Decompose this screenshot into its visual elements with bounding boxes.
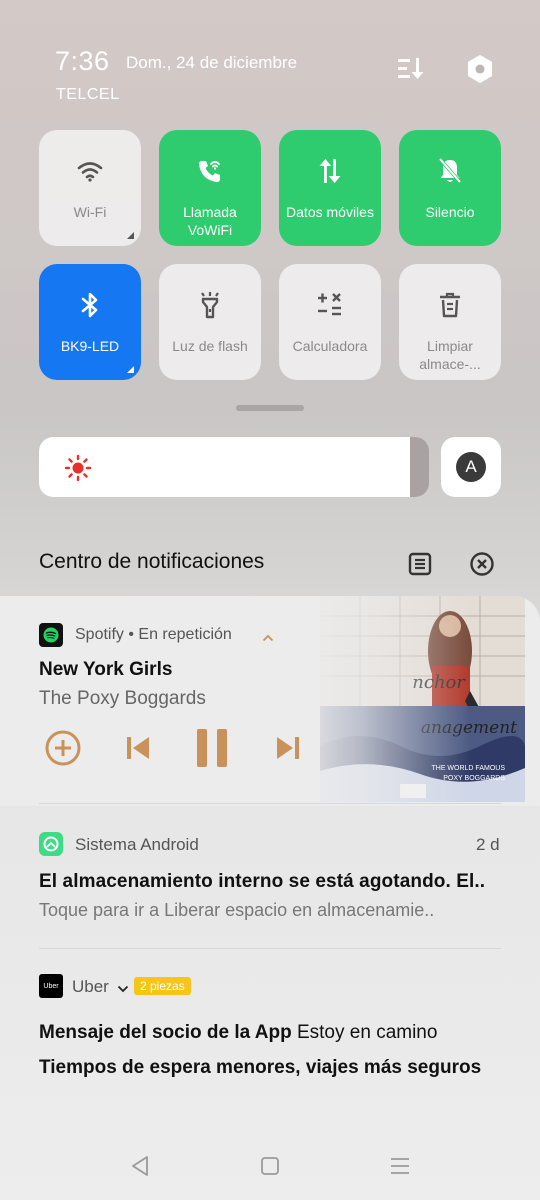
recents-icon[interactable] [388,1154,412,1178]
notification-center-title: Centro de notificaciones [39,550,265,573]
android-notification-time: 2 d [476,835,500,854]
edit-list-icon[interactable] [396,56,426,82]
date-label[interactable]: Dom., 24 de diciembre [126,53,297,73]
trash-icon [435,290,465,320]
tile-label: BK9-LED [60,338,120,354]
android-notification-title[interactable]: El almacenamiento interno se está agotan… [39,871,485,893]
android-system-icon [39,832,63,856]
bluetooth-icon [75,290,105,320]
uber-message: Estoy en camino [291,1022,438,1043]
tile-calculator[interactable]: Calculadora [279,264,381,380]
wifi-call-icon [195,156,225,186]
previous-icon[interactable] [124,728,152,768]
brightness-fill [39,437,410,497]
add-icon[interactable] [43,728,83,768]
uber-notification-line1[interactable]: Mensaje del socio de la App Estoy en cam… [39,1022,437,1044]
calculator-icon [315,290,345,320]
drag-handle[interactable] [236,405,304,411]
tile-label: Datos móviles [286,204,374,220]
pause-icon[interactable] [194,728,230,768]
tile-label: Wi-Fi [73,204,107,220]
spotify-app-label: Spotify • En repetición [75,626,232,643]
tile-clean-storage[interactable]: Limpiar almace-... [399,264,501,380]
notification-divider [39,948,501,949]
tile-vowifi[interactable]: Llamada VoWiFi [159,130,261,246]
clear-all-icon[interactable] [468,550,496,578]
uber-app-label: Uber [72,977,109,996]
next-icon[interactable] [274,728,302,768]
tile-label: Calculadora [292,338,368,354]
uber-icon: Uber [39,974,63,998]
auto-brightness-icon: A [456,452,486,482]
song-artist: The Poxy Boggards [39,688,206,709]
tile-bluetooth[interactable]: BK9-LED [39,264,141,380]
expand-corner-icon [127,366,134,373]
tile-label: Llamada VoWiFi [183,204,237,238]
manage-notifications-icon[interactable] [406,550,434,578]
uber-notification-line2[interactable]: Tiempos de espera menores, viajes más se… [39,1057,481,1079]
brightness-slider[interactable] [39,437,429,497]
tile-mobile-data[interactable]: Datos móviles [279,130,381,246]
art-fade [290,596,470,802]
android-notification-text[interactable]: Toque para ir a Liberar espacio en almac… [39,900,434,921]
flashlight-icon [195,290,225,320]
settings-icon[interactable] [465,54,495,84]
tile-label: Limpiar almace-... [419,338,481,372]
tile-flashlight[interactable]: Luz de flash [159,264,261,380]
uber-sender: Mensaje del socio de la App [39,1022,292,1043]
home-icon[interactable] [258,1154,282,1178]
tile-wifi[interactable]: Wi-Fi [39,130,141,246]
tile-label: Luz de flash [172,338,248,354]
wifi-icon [75,156,105,186]
bell-off-icon [435,156,465,186]
back-icon[interactable] [128,1154,152,1178]
expand-corner-icon [127,232,134,239]
header-divider [39,589,509,592]
song-title: New York Girls [39,659,173,680]
spotify-icon [39,623,63,647]
brightness-sun-icon [64,454,92,482]
tile-label: Silencio [425,204,475,220]
chevron-down-icon[interactable] [117,981,129,993]
auto-brightness-button[interactable]: A [441,437,501,497]
clock: 7:36 [55,46,110,76]
notification-divider [39,803,501,804]
android-app-label: Sistema Android [75,835,199,854]
mobile-data-icon [315,156,345,186]
tile-silent[interactable]: Silencio [399,130,501,246]
uber-count-badge: 2 piezas [134,977,191,995]
carrier-label: TELCEL [56,86,120,103]
chevron-up-icon[interactable] [262,630,274,642]
